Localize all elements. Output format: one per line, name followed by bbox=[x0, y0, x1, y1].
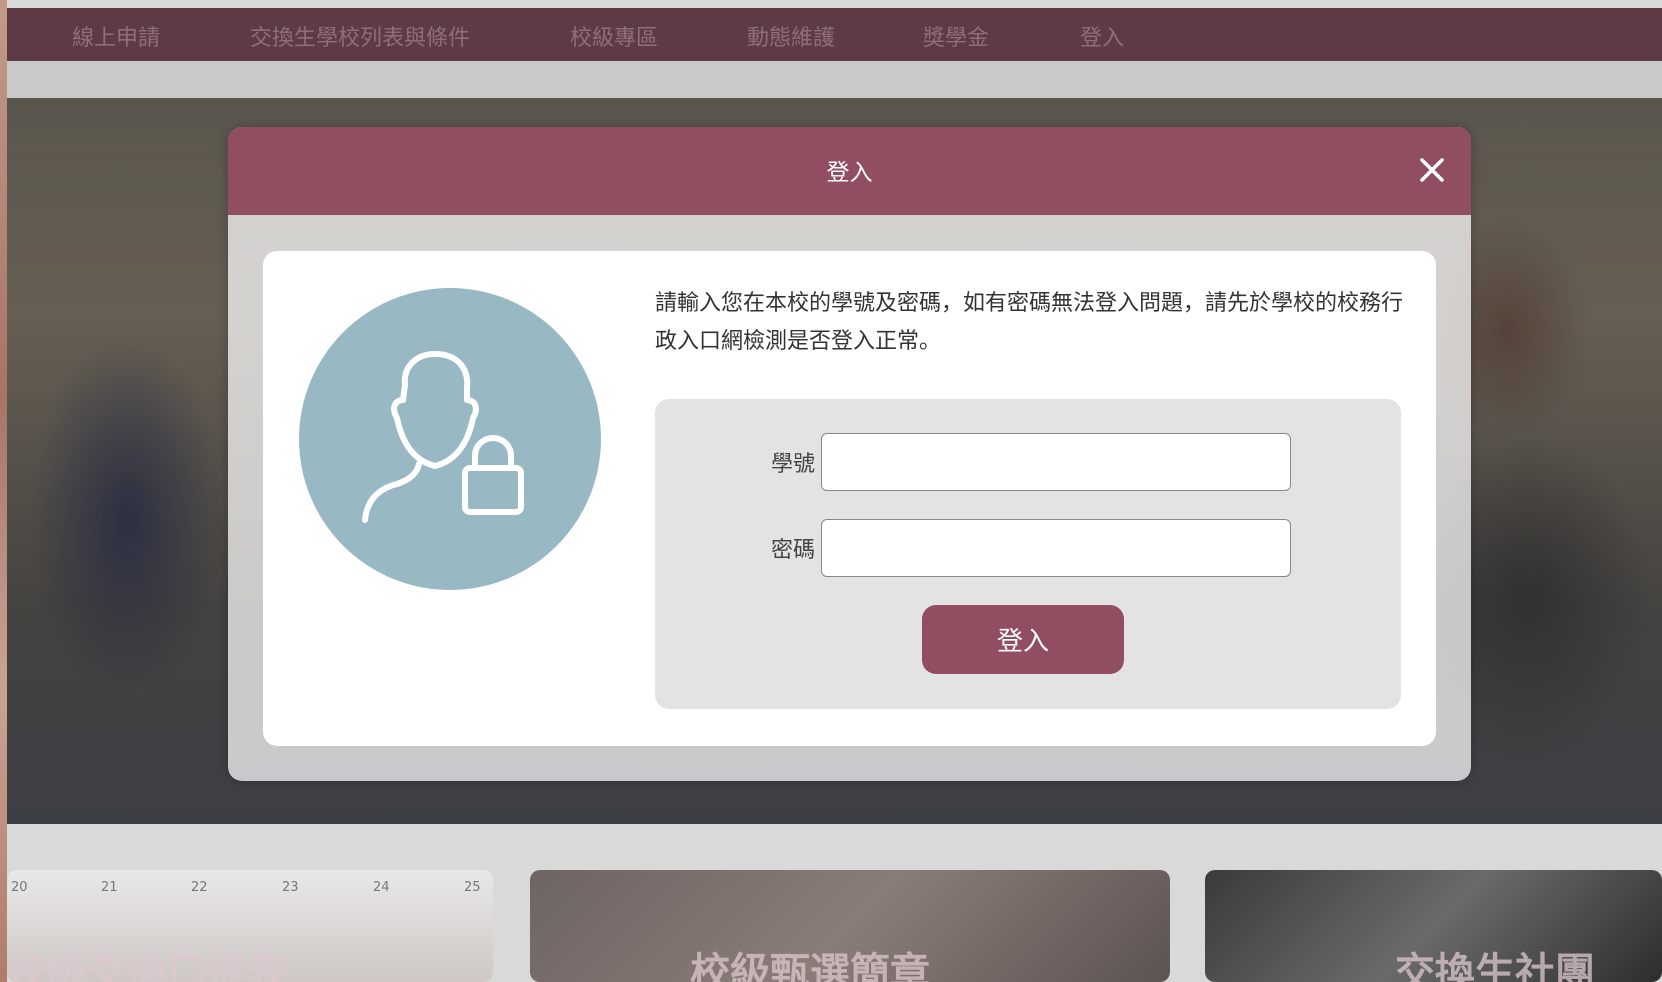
modal-body: 請輸入您在本校的學號及密碼，如有密碼無法登入問題，請先於學校的校務行政入口網檢測… bbox=[263, 251, 1436, 746]
card-caption: 校級甄選簡章 bbox=[690, 950, 930, 982]
modal-title: 登入 bbox=[826, 160, 873, 186]
card-caption: 交換生社團 bbox=[1395, 950, 1595, 982]
close-icon bbox=[1420, 158, 1444, 182]
user-lock-icon bbox=[362, 351, 524, 523]
calendar-day: 25 bbox=[464, 880, 481, 895]
calendar-day: 21 bbox=[101, 880, 118, 895]
close-button[interactable] bbox=[1415, 153, 1449, 187]
login-submit-button[interactable]: 登入 bbox=[922, 605, 1124, 674]
card-caption: 校級交換口提表 bbox=[7, 950, 287, 982]
sub-bar bbox=[7, 61, 1662, 98]
avatar bbox=[299, 288, 601, 590]
nav-item-school-zone[interactable]: 校級專區 bbox=[570, 20, 658, 52]
card-exchange-club[interactable]: 交換生社團 bbox=[1205, 870, 1662, 982]
card-selection-rules[interactable]: 校級甄選簡章 bbox=[530, 870, 1170, 982]
card-exchange-report[interactable]: 20 21 22 23 24 25 校級交換口提表 bbox=[7, 870, 493, 982]
top-navigation: 線上申請 交換生學校列表與條件 校級專區 動態維護 獎學金 登入 bbox=[7, 8, 1662, 61]
login-modal: 登入 請輸入您在本校的學號及密碼，如有密碼無法登入問題，請先於學校的校務行政入口… bbox=[228, 127, 1471, 781]
calendar-day: 23 bbox=[282, 880, 299, 895]
calendar-day: 22 bbox=[191, 880, 208, 895]
modal-header: 登入 bbox=[228, 127, 1471, 215]
login-instructions: 請輸入您在本校的學號及密碼，如有密碼無法登入問題，請先於學校的校務行政入口網檢測… bbox=[655, 291, 1404, 354]
student-id-input[interactable] bbox=[821, 433, 1291, 491]
nav-item-online-apply[interactable]: 線上申請 bbox=[72, 20, 160, 52]
nav-item-news-maintenance[interactable]: 動態維護 bbox=[747, 20, 835, 52]
nav-item-scholarship[interactable]: 獎學金 bbox=[923, 20, 989, 52]
password-label: 密碼 bbox=[770, 538, 815, 563]
student-id-label: 學號 bbox=[770, 452, 815, 477]
nav-item-login[interactable]: 登入 bbox=[1080, 20, 1124, 52]
password-input[interactable] bbox=[821, 519, 1291, 577]
calendar-day: 20 bbox=[11, 880, 28, 895]
nav-item-exchange-schools[interactable]: 交換生學校列表與條件 bbox=[250, 20, 470, 52]
page-edge bbox=[0, 0, 7, 982]
login-form: 學號 密碼 登入 bbox=[655, 399, 1401, 709]
calendar-day: 24 bbox=[373, 880, 390, 895]
